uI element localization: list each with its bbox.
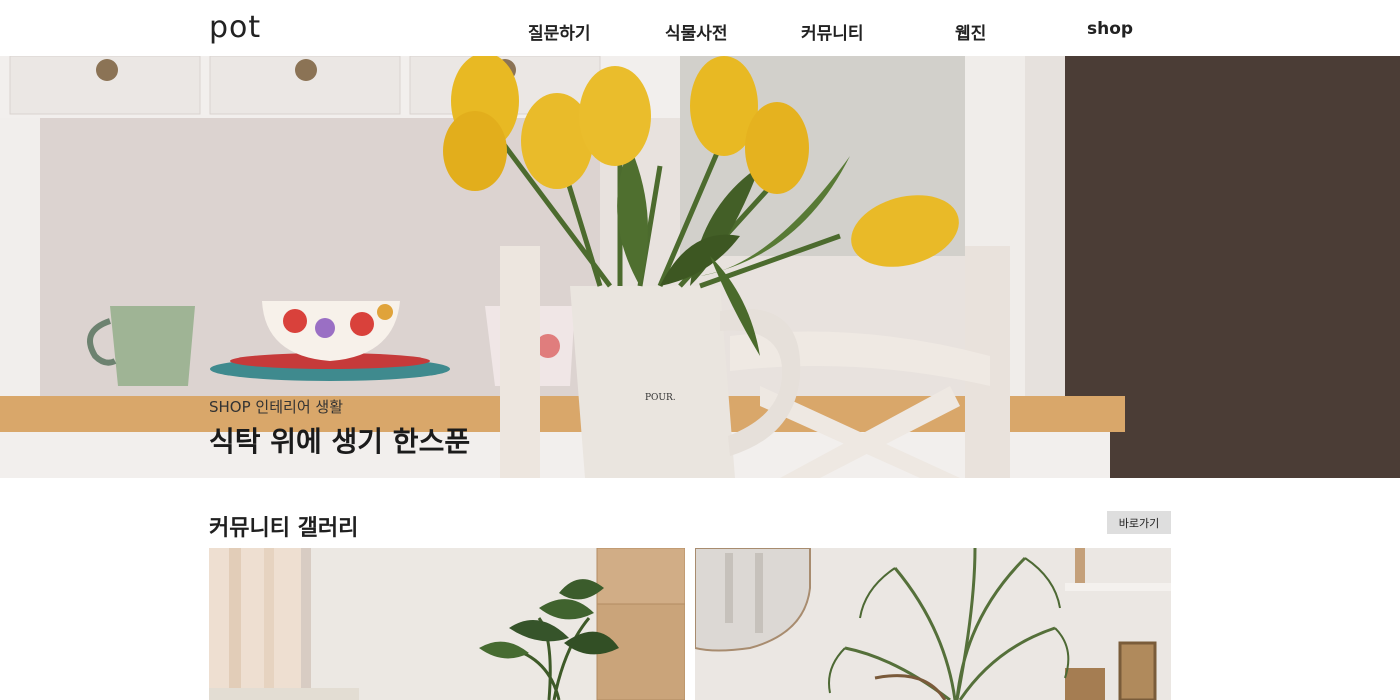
nav-item-community[interactable]: 커뮤니티 xyxy=(801,19,864,44)
gallery-card[interactable] xyxy=(209,548,685,700)
logo[interactable]: pot xyxy=(209,10,261,45)
main-nav: 질문하기 식물사전 커뮤니티 웹진 shop xyxy=(490,0,1170,56)
view-all-button[interactable]: 바로가기 xyxy=(1107,511,1171,534)
hero-banner[interactable]: POUR. SHOP 인테리어 생활 식탁 위에 생기 한스푼 xyxy=(0,56,1400,478)
gallery-card[interactable] xyxy=(695,548,1171,700)
site-header: pot 질문하기 식물사전 커뮤니티 웹진 shop xyxy=(0,0,1400,56)
hero-subtitle: SHOP 인테리어 생활 xyxy=(209,398,343,416)
nav-item-questions[interactable]: 질문하기 xyxy=(528,19,591,44)
hero-title: 식탁 위에 생기 한스푼 xyxy=(209,425,471,458)
gallery-image xyxy=(209,548,685,700)
nav-item-webzine[interactable]: 웹진 xyxy=(955,19,986,44)
gallery-image xyxy=(695,548,1171,700)
section-title-community-gallery: 커뮤니티 갤러리 xyxy=(209,516,359,541)
nav-item-plant-dictionary[interactable]: 식물사전 xyxy=(665,19,728,44)
nav-item-shop[interactable]: shop xyxy=(1087,19,1133,39)
pitcher-label: POUR. xyxy=(645,393,676,403)
